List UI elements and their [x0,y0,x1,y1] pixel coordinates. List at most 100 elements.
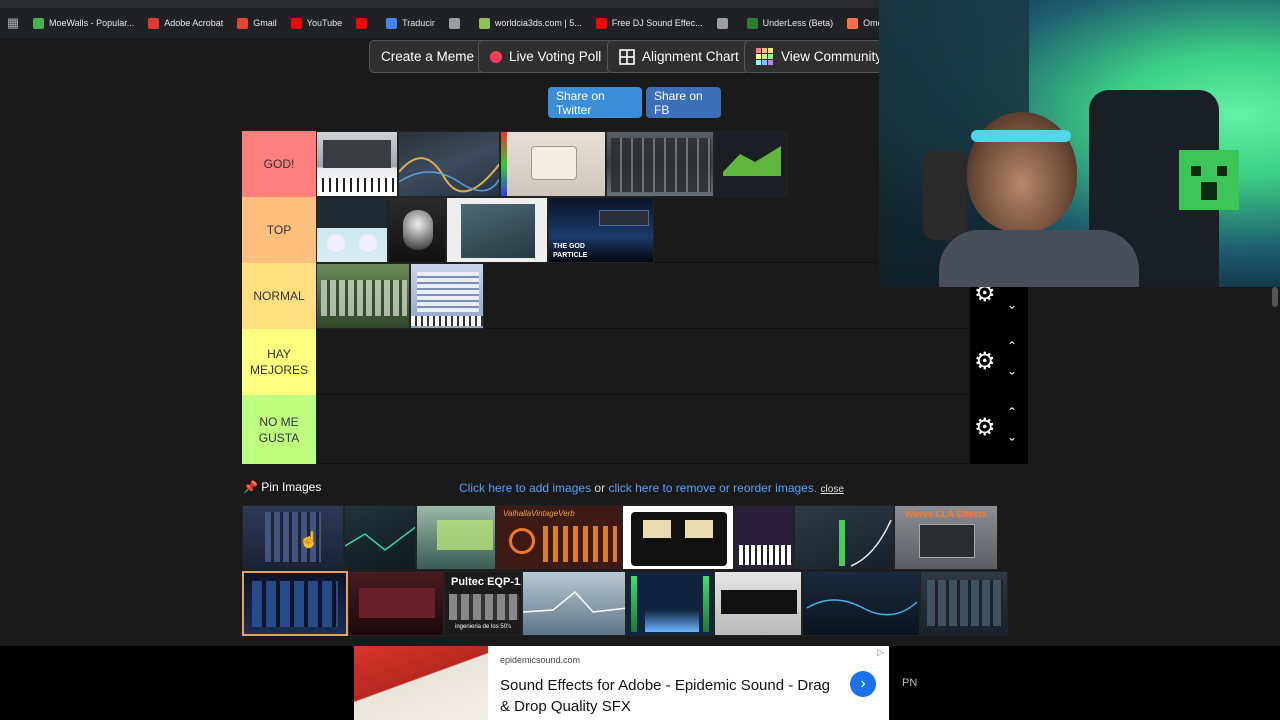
plugin-image[interactable] [500,131,606,197]
gear-icon[interactable]: ⚙ [974,347,996,376]
bookmark-item[interactable]: YouTube [284,17,349,29]
chevron-up-icon[interactable]: ⌃ [1007,339,1017,353]
pool-image[interactable]: Waves CLA Effects [894,505,998,570]
pool-image[interactable] [734,505,794,570]
plugin-image[interactable] [606,131,714,197]
bookmark-favicon-icon [148,17,160,29]
scrollbar-thumb[interactable] [1272,287,1278,307]
ad-image [354,646,488,720]
bookmark-favicon-icon [356,17,368,29]
alignment-chart-button[interactable]: Alignment Chart [607,40,751,73]
chevron-right-icon[interactable]: › [850,671,876,697]
tier-label-normal[interactable]: NORMAL [242,263,316,329]
bookmark-favicon-icon [448,17,460,29]
pool-image[interactable] [344,505,416,570]
pool-image-selected[interactable] [242,571,348,636]
plugin-image[interactable] [316,197,388,263]
pool-image[interactable] [416,505,496,570]
record-dot-icon [490,50,502,63]
pushpin-icon: 📌 [243,480,258,494]
ad-domain: epidemicsound.com [500,655,581,665]
tier-label-no-me-gusta[interactable]: NO ME GUSTA [242,395,316,464]
bookmark-item[interactable] [349,17,379,29]
pool-image[interactable]: Pultec EQP-1A ingenieria de los 50's [444,571,522,636]
pool-image[interactable] [920,571,1008,636]
plugin-image[interactable] [446,197,548,263]
chevron-up-icon[interactable]: ⌃ [1007,405,1017,419]
pool-image[interactable] [348,571,444,636]
bookmark-item[interactable]: UnderLess (Beta) [740,17,841,29]
pool-image[interactable] [626,571,714,636]
pool-image[interactable] [802,571,920,636]
webcam-overlay [879,0,1280,287]
add-images-link[interactable]: Click here to add images [459,481,591,495]
bookmark-label: YouTube [306,18,343,28]
image-links: Click here to add images or click here t… [459,481,844,495]
screen: ▦ MoeWalls - Popular... Adobe Acrobat Gmai… [0,0,1280,720]
colored-grid-icon [756,47,773,65]
plugin-image[interactable] [388,197,446,263]
chevron-down-icon[interactable]: ⌃ [1007,363,1017,377]
plugin-image[interactable] [316,263,410,329]
tier-label-hay-mejores[interactable]: HAY MEJORES [242,329,316,395]
bookmark-item[interactable]: worldcia3ds.com | 5... [472,17,589,29]
tier-label-top[interactable]: TOP [242,197,316,263]
pool-image[interactable] [714,571,802,636]
tier-label-god[interactable]: GOD! [242,131,316,197]
bookmark-favicon-icon [716,17,728,29]
bookmark-item[interactable]: MoeWalls - Popular... [26,17,141,29]
tier-items-normal [316,263,484,329]
apps-grid-icon[interactable]: ▦ [0,15,26,31]
pool-image[interactable] [794,505,894,570]
ad-choices-icon[interactable]: ▷ [877,647,884,658]
live-voting-poll-button[interactable]: Live Voting Poll [478,40,614,73]
bookmark-label: Adobe Acrobat [164,18,224,28]
bookmark-item[interactable]: Traducir [379,17,442,29]
bookmark-label: worldcia3ds.com | 5... [494,18,582,28]
bookmark-favicon-icon [237,17,249,29]
tier-label-text: NO ME GUSTA [258,414,300,445]
pultec-caption: Pultec EQP-1A [451,576,522,588]
close-link[interactable]: close [821,484,844,495]
tier-items-god [316,131,788,197]
chevron-down-icon[interactable]: ⌃ [1007,429,1017,443]
ad-banner[interactable]: epidemicsound.com Sound Effects for Adob… [354,646,889,720]
pin-images-toggle[interactable]: 📌 Pin Images [243,480,321,494]
tier-items-top: THE GOD PARTICLE [316,197,654,263]
grid-icon [619,48,635,65]
ad-title[interactable]: Sound Effects for Adobe - Epidemic Sound… [500,675,840,717]
bookmark-favicon-icon [847,17,859,29]
pool-image[interactable]: ValhallaVintageVerb [496,505,622,570]
chevron-down-icon[interactable]: ⌃ [1007,297,1017,311]
bookmark-label: MoeWalls - Popular... [49,18,135,28]
gear-icon[interactable]: ⚙ [974,413,996,442]
share-twitter-button[interactable]: Share on Twitter [548,87,642,118]
pin-images-label: Pin Images [261,480,322,494]
plugin-image[interactable] [714,131,788,197]
pool-image[interactable]: ☝ [242,505,344,570]
reorder-images-link[interactable]: click here to remove or reorder images. [608,481,817,495]
share-fb-button[interactable]: Share on FB [646,87,721,118]
bookmark-item[interactable] [442,17,472,29]
share-twitter-label: Share on Twitter [556,88,605,117]
bookmark-favicon-icon [478,17,490,29]
bookmark-item[interactable]: Gmail [230,17,284,29]
cursor-hand-icon: ☝ [299,532,319,549]
bookmark-label: Free DJ Sound Effec... [611,18,703,28]
bookmark-item[interactable]: Adobe Acrobat [141,17,230,29]
page-scrollbar[interactable] [1270,287,1280,647]
bookmark-item[interactable] [710,17,740,29]
bookmark-label: UnderLess (Beta) [762,18,834,28]
view-community-label: View Community Ra [781,49,880,64]
bookmark-item[interactable]: Free DJ Sound Effec... [589,17,710,29]
plugin-image[interactable]: THE GOD PARTICLE [548,197,654,263]
image-pool: ☝ ValhallaVintageVerb Waves CLA Effects [242,505,1012,637]
pool-image[interactable] [622,505,734,570]
pool-image[interactable] [522,571,626,636]
plugin-image[interactable] [316,131,398,197]
plugin-image[interactable] [410,263,484,329]
create-meme-button[interactable]: Create a Meme [369,40,487,73]
plugin-image[interactable] [398,131,500,197]
tier-row-no-me-gusta: NO ME GUSTA ⚙ ⌃ ⌃ [242,395,1028,464]
view-community-rankings-button[interactable]: View Community Ra [744,40,880,73]
